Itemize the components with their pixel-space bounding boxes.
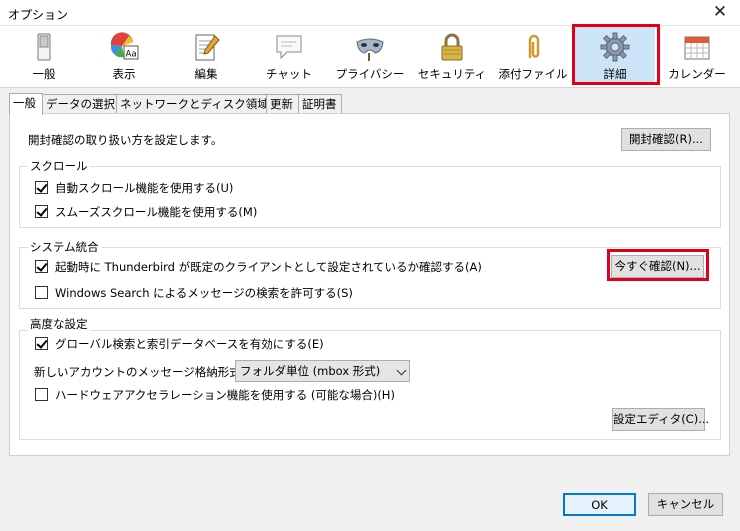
general-panel: 開封確認の取り扱い方を設定します。 開封確認(R)... スクロール 自動スクロ… — [9, 113, 730, 456]
attachment-clip-icon — [528, 34, 540, 58]
check-now-highlight-box — [607, 249, 709, 281]
toolbar-item-compose[interactable]: 編集 — [166, 26, 246, 84]
toolbar-item-security[interactable]: セキュリティ — [412, 26, 492, 84]
svg-text:Aa: Aa — [126, 50, 137, 60]
tab-network-disk[interactable]: ネットワークとディスク領域 — [116, 94, 269, 114]
storage-format-select[interactable]: フォルダ単位 (mbox 形式) — [235, 360, 410, 382]
smoothscroll-label: スムーズスクロール機能を使用する(M) — [55, 205, 258, 219]
cancel-button[interactable]: キャンセル — [648, 493, 723, 516]
chat-bubble-icon — [276, 35, 302, 60]
ok-button[interactable]: OK — [563, 493, 636, 516]
windows-search-checkbox[interactable] — [35, 286, 48, 299]
storage-format-label: 新しいアカウントのメッセージ格納形式(T): — [34, 365, 261, 379]
autoscroll-label: 自動スクロール機能を使用する(U) — [55, 181, 234, 195]
tab-update[interactable]: 更新 — [266, 94, 299, 114]
toolbar-item-attachments[interactable]: 添付ファイル — [493, 26, 573, 84]
toolbar-item-display[interactable]: Aa 表示 — [84, 26, 164, 84]
scroll-group-title: スクロール — [28, 158, 90, 174]
hw-accel-checkbox[interactable] — [35, 388, 48, 401]
system-integration-title: システム統合 — [28, 239, 101, 255]
tab-data-choices[interactable]: データの選択 — [42, 94, 117, 114]
advanced-highlight-box — [572, 24, 660, 85]
toolbar-item-chat[interactable]: チャット — [249, 26, 329, 84]
default-client-check-label: 起動時に Thunderbird が既定のクライアントとして設定されているか確認… — [55, 260, 482, 274]
calendar-icon — [684, 36, 710, 60]
hw-accel-label: ハードウェアアクセラレーション機能を使用する (可能な場合)(H) — [55, 388, 395, 402]
tab-certificates[interactable]: 証明書 — [298, 94, 342, 114]
security-lock-icon — [441, 33, 463, 61]
display-palette-icon: Aa — [110, 32, 139, 60]
privacy-mask-icon — [356, 38, 384, 61]
storage-format-value: フォルダ単位 (mbox 形式) — [240, 364, 381, 378]
toolbar-item-general[interactable]: 一般 — [4, 26, 84, 84]
receipt-description: 開封確認の取り扱い方を設定します。 — [28, 133, 223, 147]
tab-general[interactable]: 一般 — [9, 93, 43, 115]
title-bar: オプション ✕ — [0, 0, 740, 26]
global-search-checkbox[interactable] — [35, 337, 48, 350]
receipts-button[interactable]: 開封確認(R)... — [621, 128, 711, 151]
advanced-config-title: 高度な設定 — [28, 316, 90, 332]
default-client-check-checkbox[interactable] — [35, 260, 48, 273]
compose-notepad-icon — [195, 34, 220, 61]
global-search-label: グローバル検索と索引データベースを有効にする(E) — [55, 337, 324, 351]
windows-search-label: Windows Search によるメッセージの検索を許可する(S) — [55, 286, 353, 300]
toolbar-item-calendar[interactable]: カレンダー — [657, 26, 737, 84]
config-editor-button[interactable]: 設定エディタ(C)... — [612, 408, 709, 431]
smoothscroll-checkbox[interactable] — [35, 205, 48, 218]
chevron-down-icon — [396, 365, 407, 376]
close-icon[interactable]: ✕ — [710, 2, 730, 22]
general-switch-icon — [37, 33, 51, 61]
window-title: オプション — [8, 8, 69, 22]
toolbar-item-privacy[interactable]: プライバシー — [330, 26, 410, 84]
autoscroll-checkbox[interactable] — [35, 181, 48, 194]
